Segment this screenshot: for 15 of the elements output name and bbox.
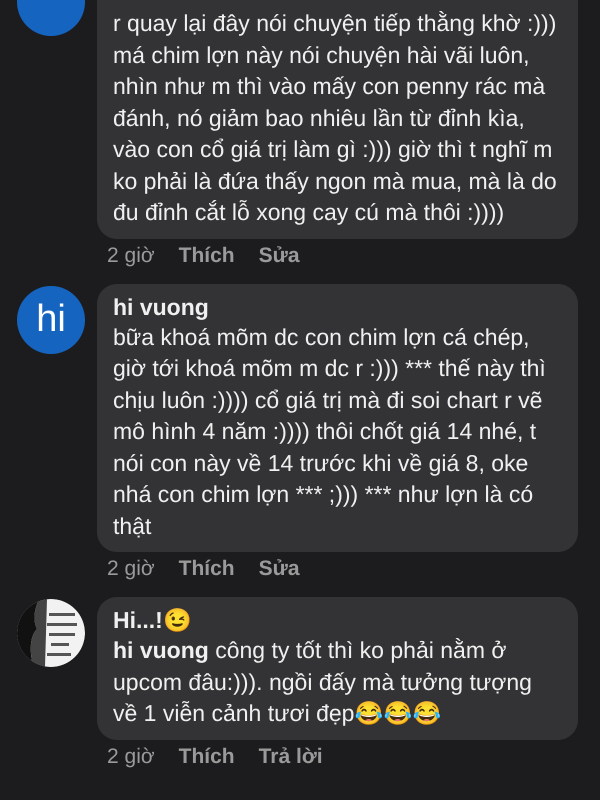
- timestamp: 2 giờ: [107, 557, 155, 581]
- like-link[interactable]: Thích: [178, 557, 235, 581]
- timestamp: 2 giờ: [107, 244, 155, 268]
- author-name[interactable]: Hi...!😉: [113, 605, 560, 635]
- reply-link[interactable]: Trả lời: [258, 744, 323, 768]
- edit-link[interactable]: Sửa: [258, 244, 300, 268]
- author-name[interactable]: hi vuong: [113, 292, 560, 322]
- comment-text: hi vuong công ty tốt thì ko phải nằm ở upcom đâu:))). ngồi đấy mà tưởng tượng về 1 viễn cảnh tươi đẹp😂😂😂: [113, 636, 533, 728]
- like-link[interactable]: Thích: [178, 744, 235, 768]
- timestamp: 2 giờ: [107, 744, 155, 768]
- edit-link[interactable]: Sửa: [258, 557, 300, 581]
- avatar[interactable]: hi: [17, 286, 85, 354]
- comment-text: bữa khoá mõm dc con chim lợn cá chép, giờ tới khoá mõm m dc r :))) *** thế này thì chịu luôn :)))) cổ giá trị mà đi soi chart r vẽ mô hình 4 năm :)))) thôi chốt giá 14 nhé, t nói con này về 14 trước khi về giá 8, oke nhá con chim lợn *** ;))) *** như lợn là có thật: [113, 322, 547, 540]
- comment-text: r quay lại đây nói chuyện tiếp thằng khờ :))) má chim lợn này nói chuyện hài vãi luôn, nhìn như m thì vào mấy con penny rác mà đánh, nó giảm bao nhiêu lần từ đỉnh kìa, vào con cổ giá trị làm gì :))) giờ thì t nghĩ m ko phải là đứa thấy ngon mà mua, mà là do đu đỉnh cắt lỗ xong cay cú mà thôi :)))): [113, 9, 558, 227]
- like-link[interactable]: Thích: [178, 244, 235, 268]
